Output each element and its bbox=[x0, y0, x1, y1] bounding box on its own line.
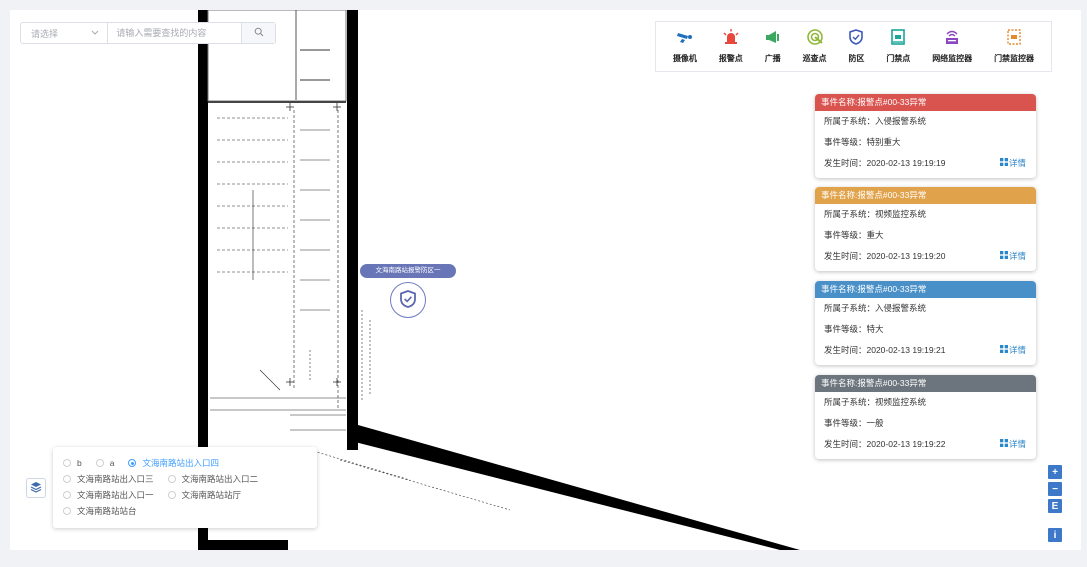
tool-alarm-label: 报警点 bbox=[718, 54, 743, 63]
tool-zone-label: 防区 bbox=[848, 54, 865, 63]
layer-option[interactable]: 文海南路站出入口二 bbox=[167, 473, 259, 485]
event-detail-link[interactable]: 详情 bbox=[999, 153, 1026, 174]
layer-option[interactable]: 文海南路站站厅 bbox=[167, 489, 242, 501]
event-detail-label: 详情 bbox=[1008, 158, 1026, 168]
network-monitor-icon bbox=[944, 29, 960, 45]
layer-option-label: 文海南路站站厅 bbox=[181, 490, 242, 500]
tool-broadcast[interactable]: 广播 bbox=[765, 29, 781, 64]
layer-panel: b a 文海南路站出入口四 文海南路站出入口三 文海南路站出入口二 文海南路站出… bbox=[53, 447, 317, 528]
event-title: 事件名称:报警点#00-33异常 bbox=[815, 187, 1036, 204]
tool-network-monitor[interactable]: 网络监控器 bbox=[932, 29, 972, 64]
marker-label: 文海南路站报警防区一 bbox=[360, 264, 456, 278]
event-detail-link[interactable]: 详情 bbox=[999, 434, 1026, 455]
event-subsystem: 所属子系统：入侵报警系统 bbox=[824, 303, 927, 313]
tool-alarm[interactable]: 报警点 bbox=[719, 29, 743, 64]
event-level: 事件等级：重大 bbox=[824, 230, 884, 240]
layer-option-label: 文海南路站出入口三 bbox=[77, 474, 154, 484]
category-select[interactable]: 请选择 bbox=[21, 23, 109, 43]
layer-option-selected[interactable]: 文海南路站出入口四 bbox=[128, 457, 219, 469]
radio-selected-icon bbox=[128, 459, 137, 467]
layers-icon bbox=[30, 481, 42, 495]
tool-access-monitor-label: 门禁监控器 bbox=[994, 54, 1035, 63]
event-title: 事件名称:报警点#00-33异常 bbox=[815, 375, 1036, 392]
event-detail-label: 详情 bbox=[1008, 345, 1026, 355]
layer-option-label: a bbox=[109, 458, 115, 468]
device-toolbar: 摄像机 报警点 广播 巡查点 防区 门禁点 网络监控器 门禁监控器 bbox=[655, 21, 1052, 72]
tool-camera-label: 摄像机 bbox=[672, 54, 697, 63]
tool-broadcast-label: 广播 bbox=[764, 54, 781, 63]
layer-option-label: 文海南路站出入口二 bbox=[181, 474, 259, 484]
megaphone-icon bbox=[765, 29, 781, 45]
zone-marker[interactable] bbox=[390, 282, 426, 318]
layer-option-label: 文海南路站出入口四 bbox=[142, 458, 219, 468]
layer-option-label: b bbox=[77, 458, 82, 468]
event-detail-label: 详情 bbox=[1008, 251, 1026, 261]
event-card: 事件名称:报警点#00-33异常 所属子系统：入侵报警系统 事件等级：特大 发生… bbox=[815, 281, 1036, 365]
event-level: 事件等级：特大 bbox=[824, 324, 884, 334]
chevron-down-icon bbox=[91, 28, 99, 38]
radio-icon bbox=[63, 507, 71, 515]
tool-patrol[interactable]: 巡查点 bbox=[803, 29, 827, 64]
event-time: 发生时间：2020-02-13 19:19:20 bbox=[824, 251, 946, 261]
tool-access-monitor[interactable]: 门禁监控器 bbox=[994, 29, 1034, 64]
event-card: 事件名称:报警点#00-33异常 所属子系统：视频监控系统 事件等级：重大 发生… bbox=[815, 187, 1036, 271]
shield-icon bbox=[848, 29, 864, 45]
search-bar: 请选择 bbox=[20, 22, 276, 44]
category-select-placeholder: 请选择 bbox=[31, 28, 59, 39]
tool-camera[interactable]: 摄像机 bbox=[673, 29, 697, 64]
event-subsystem: 所属子系统：视频监控系统 bbox=[824, 209, 927, 219]
radio-icon bbox=[167, 491, 176, 499]
radio-icon bbox=[167, 475, 176, 483]
layer-toggle-button[interactable] bbox=[26, 478, 46, 498]
event-detail-link[interactable]: 详情 bbox=[999, 340, 1026, 361]
tool-patrol-label: 巡查点 bbox=[802, 54, 827, 63]
alarm-icon bbox=[723, 29, 739, 45]
layer-option[interactable]: b bbox=[63, 458, 82, 468]
zoom-extent-button[interactable]: E bbox=[1048, 499, 1062, 513]
tool-access-point-label: 门禁点 bbox=[886, 54, 911, 63]
grid-icon bbox=[999, 340, 1008, 361]
patrol-icon bbox=[806, 29, 823, 45]
event-level: 事件等级：特别重大 bbox=[824, 137, 901, 147]
tool-network-monitor-label: 网络监控器 bbox=[932, 54, 973, 63]
zoom-in-button[interactable]: + bbox=[1048, 465, 1062, 479]
radio-icon bbox=[63, 475, 71, 483]
grid-icon bbox=[999, 153, 1008, 174]
event-time: 发生时间：2020-02-13 19:19:22 bbox=[824, 439, 946, 449]
grid-icon bbox=[999, 246, 1008, 267]
grid-icon bbox=[999, 434, 1008, 455]
search-button[interactable] bbox=[241, 23, 275, 43]
layer-option[interactable]: a bbox=[95, 458, 115, 468]
event-detail-label: 详情 bbox=[1008, 439, 1026, 449]
layer-option[interactable]: 文海南路站站台 bbox=[63, 505, 137, 517]
search-icon bbox=[254, 27, 264, 39]
radio-icon bbox=[95, 459, 104, 467]
event-title: 事件名称:报警点#00-33异常 bbox=[815, 94, 1036, 111]
access-monitor-icon bbox=[1006, 29, 1022, 45]
zoom-out-button[interactable]: − bbox=[1048, 482, 1062, 496]
info-button[interactable]: i bbox=[1048, 528, 1062, 542]
event-title: 事件名称:报警点#00-33异常 bbox=[815, 281, 1036, 298]
event-card: 事件名称:报警点#00-33异常 所属子系统：视频监控系统 事件等级：一般 发生… bbox=[815, 375, 1036, 459]
tool-zone[interactable]: 防区 bbox=[848, 29, 864, 64]
event-subsystem: 所属子系统：视频监控系统 bbox=[824, 397, 927, 407]
layer-option[interactable]: 文海南路站出入口三 bbox=[63, 473, 154, 485]
event-level: 事件等级：一般 bbox=[824, 418, 884, 428]
layer-option[interactable]: 文海南路站出入口一 bbox=[63, 489, 154, 501]
event-subsystem: 所属子系统：入侵报警系统 bbox=[824, 116, 927, 126]
map-view[interactable]: 请选择 摄像机 报警点 bbox=[10, 10, 1081, 550]
event-time: 发生时间：2020-02-13 19:19:19 bbox=[824, 158, 946, 168]
event-detail-link[interactable]: 详情 bbox=[999, 246, 1026, 267]
radio-icon bbox=[63, 459, 71, 467]
tool-access-point[interactable]: 门禁点 bbox=[886, 29, 910, 64]
access-point-icon bbox=[890, 29, 906, 45]
search-input[interactable] bbox=[108, 23, 242, 43]
layer-option-label: 文海南路站出入口一 bbox=[77, 490, 154, 500]
shield-icon bbox=[400, 290, 416, 310]
camera-icon bbox=[676, 29, 693, 45]
radio-icon bbox=[63, 491, 71, 499]
event-card: 事件名称:报警点#00-33异常 所属子系统：入侵报警系统 事件等级：特别重大 … bbox=[815, 94, 1036, 178]
layer-option-label: 文海南路站站台 bbox=[77, 506, 137, 516]
event-time: 发生时间：2020-02-13 19:19:21 bbox=[824, 345, 946, 355]
